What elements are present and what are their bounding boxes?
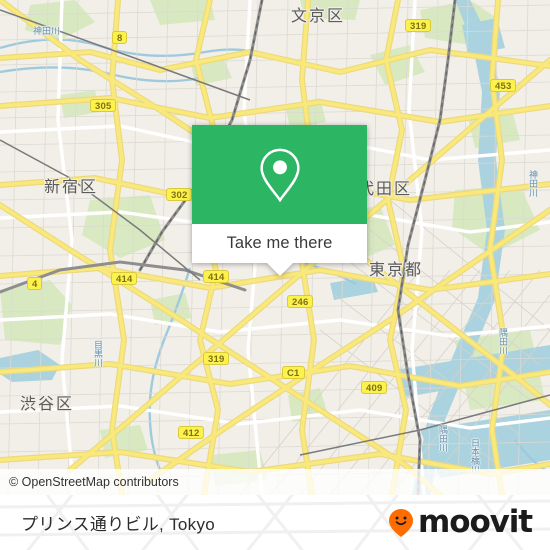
map-water-label: 神田川 xyxy=(528,170,538,197)
osm-attribution[interactable]: © OpenStreetMap contributors xyxy=(0,469,550,495)
map-water-label: 隅田川 xyxy=(438,425,448,452)
moovit-logo[interactable]: moovit xyxy=(388,495,533,550)
road-shield: 414 xyxy=(203,270,230,283)
road-shield: 246 xyxy=(287,295,314,308)
road-shield: 8 xyxy=(112,31,128,44)
moovit-smiling-pin-icon xyxy=(389,508,414,537)
road-shield: 414 xyxy=(111,272,138,285)
popup-pointer-tail xyxy=(266,263,293,276)
road-shield: 412 xyxy=(178,426,205,439)
road-shield: 319 xyxy=(405,19,432,32)
map-canvas[interactable]: 文京区 新宿区 千代田区 東京都 渋谷区 神田川 隅田川 隅田川 神田川 目黒川… xyxy=(0,0,550,495)
road-shield: 302 xyxy=(166,188,193,201)
map-place-label: 文京区 xyxy=(291,8,346,25)
road-shield: 453 xyxy=(490,79,517,92)
map-water-label: 目黒川 xyxy=(93,340,103,367)
location-pin-icon xyxy=(259,148,300,202)
road-shield: 319 xyxy=(203,352,230,365)
map-place-label: 渋谷区 xyxy=(20,396,75,413)
place-popup[interactable]: Take me there xyxy=(192,125,367,276)
moovit-wordmark: moovit xyxy=(418,504,533,540)
road-shield: 305 xyxy=(90,99,117,112)
road-shield: 4 xyxy=(27,277,43,290)
map-water-label: 神田川 xyxy=(33,26,61,36)
footer-bar: プリンス通りビル, Tokyo moovit xyxy=(0,495,550,550)
map-screen: 文京区 新宿区 千代田区 東京都 渋谷区 神田川 隅田川 隅田川 神田川 目黒川… xyxy=(0,0,550,550)
map-place-label: 東京都 xyxy=(369,262,424,279)
road-shield: C1 xyxy=(282,366,305,379)
popup-header xyxy=(192,125,367,224)
page-title: プリンス通りビル, Tokyo xyxy=(21,515,216,534)
take-me-there-label: Take me there xyxy=(226,234,333,252)
map-water-label: 隅田川 xyxy=(498,328,508,355)
map-place-label: 新宿区 xyxy=(44,179,99,196)
popup-action-bar[interactable]: Take me there xyxy=(192,224,367,276)
road-shield: 409 xyxy=(361,381,388,394)
